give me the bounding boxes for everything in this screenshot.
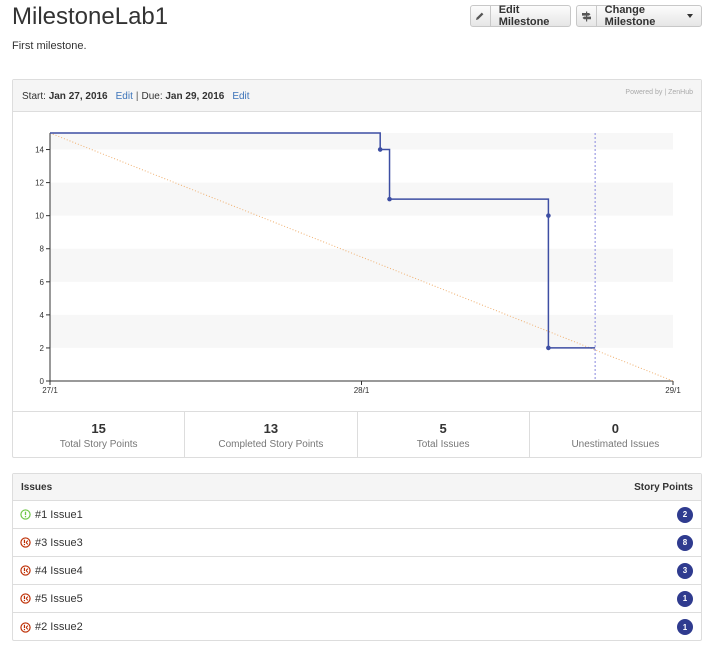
signpost-icon	[577, 6, 597, 26]
issues-table: Issues Story Points #1 Issue1 2 #3 Issue…	[12, 473, 702, 641]
grid-band	[50, 133, 673, 150]
issue-row[interactable]: #4 Issue4 3	[13, 557, 701, 585]
chevron-down-icon	[687, 14, 693, 18]
grid-band	[50, 314, 673, 348]
stat-value: 15	[91, 421, 106, 436]
due-date: Jan 29, 2016	[165, 91, 225, 102]
y-tick-label: 6	[40, 278, 45, 287]
edit-milestone-button[interactable]: Edit Milestone	[470, 4, 571, 28]
x-tick-label: 27/1	[42, 386, 58, 395]
stat-label: Unestimated Issues	[571, 439, 660, 450]
burndown-chart: 0 2 4 6 8 10 12 14 27/1 28/1 29/1	[35, 132, 681, 395]
milestone-dates: Start: Jan 27, 2016 Edit | Due: Jan 29, 201…	[22, 91, 250, 102]
issue-row[interactable]: #5 Issue5 1	[13, 585, 701, 613]
milestone-description: First milestone.	[12, 40, 87, 52]
y-tick-label: 0	[40, 377, 45, 386]
issue-closed-icon	[20, 537, 31, 548]
stat-unestimated-issues: 0 Unestimated Issues	[530, 412, 701, 458]
y-tick-label: 2	[40, 344, 45, 353]
story-points-badge: 1	[677, 619, 693, 635]
issue-title[interactable]: #1 Issue1	[35, 509, 83, 521]
x-tick-label: 29/1	[665, 386, 681, 395]
issue-opened-icon	[20, 509, 31, 520]
change-milestone-label: Change Milestone	[597, 4, 701, 28]
burndown-panel: Start: Jan 27, 2016 Edit | Due: Jan 29, 201…	[12, 79, 702, 458]
change-milestone-button[interactable]: Change Milestone	[576, 4, 702, 28]
stat-value: 0	[611, 421, 619, 436]
y-tick-label: 8	[40, 245, 45, 254]
story-points-badge: 8	[677, 534, 693, 551]
grid-band	[50, 182, 673, 216]
start-date: Jan 27, 2016	[48, 91, 108, 102]
issue-title[interactable]: #3 Issue3	[35, 537, 83, 549]
issue-title[interactable]: #2 Issue2	[35, 621, 83, 633]
pencil-icon	[471, 6, 491, 26]
stat-label: Completed Story Points	[218, 439, 324, 450]
date-separator: |	[135, 91, 139, 102]
panel-header: Start: Jan 27, 2016 Edit | Due: Jan 29, 201…	[13, 80, 701, 112]
issue-title[interactable]: #5 Issue5	[35, 593, 83, 605]
page-title: MilestoneLab1	[12, 3, 169, 30]
issues-header: Issues Story Points	[13, 474, 701, 501]
edit-start-link[interactable]: Edit	[116, 91, 133, 102]
y-tick-label: 10	[35, 212, 44, 221]
stat-completed-story-points: 13 Completed Story Points	[185, 412, 358, 458]
edit-due-link[interactable]: Edit	[232, 91, 249, 102]
due-label: Due:	[141, 91, 163, 102]
y-tick-label: 12	[35, 179, 44, 188]
stat-label: Total Story Points	[59, 439, 138, 450]
issue-row[interactable]: #3 Issue3 8	[13, 529, 701, 557]
edit-milestone-label: Edit Milestone	[498, 4, 550, 28]
stat-value: 13	[263, 421, 279, 436]
issues-column-header: Issues	[21, 481, 53, 493]
y-tick-label: 14	[35, 146, 44, 155]
issue-title[interactable]: #4 Issue4	[35, 565, 83, 577]
story-points-column-header: Story Points	[634, 481, 693, 493]
issue-row[interactable]: #1 Issue1 2	[13, 501, 701, 529]
stat-value: 5	[439, 421, 447, 436]
data-point	[546, 213, 551, 218]
stats-bar: 15 Total Story Points 13 Completed Story…	[13, 411, 701, 458]
stat-total-story-points: 15 Total Story Points	[13, 412, 186, 458]
y-tick-label: 4	[40, 311, 45, 320]
start-label: Start:	[22, 91, 46, 102]
powered-by-zenhub: Powered by | ZenHub	[625, 89, 693, 96]
story-points-badge: 3	[677, 562, 693, 579]
stat-label: Total Issues	[416, 439, 470, 450]
data-point	[546, 345, 551, 351]
data-point	[377, 147, 383, 152]
issue-closed-icon	[20, 621, 31, 633]
story-points-badge: 2	[677, 506, 693, 523]
grid-band	[50, 248, 673, 282]
issue-closed-icon	[20, 565, 31, 576]
x-tick-label: 28/1	[354, 386, 370, 395]
issue-closed-icon	[20, 593, 31, 604]
issue-row[interactable]: #2 Issue2 1	[13, 613, 701, 641]
stat-total-issues: 5 Total Issues	[358, 412, 530, 458]
data-point	[387, 196, 392, 202]
story-points-badge: 1	[677, 590, 693, 607]
